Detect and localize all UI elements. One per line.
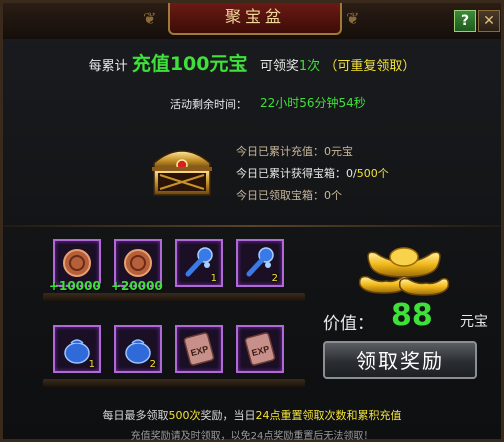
stat-boxes-label: 今日已累计获得宝箱： [236, 167, 346, 180]
title-bar: ❦ 聚宝盆 ❦ ? ✕ [3, 3, 501, 39]
bonus-amount: +20000 [111, 279, 163, 293]
notice-daily-limit: 每日最多领取500次奖励，当日24点重置领取次数和累积充值 [3, 407, 501, 423]
help-button[interactable]: ? [454, 10, 476, 32]
ornament-right-icon: ❦ [346, 9, 360, 28]
value-unit: 元宝 [460, 314, 488, 330]
stat-recharge: 今日已累计充值：0元宝 [236, 143, 353, 159]
item-count: 1 [88, 359, 95, 370]
reward-slot[interactable]: 2 [236, 239, 284, 287]
item-count: 2 [149, 359, 156, 370]
stat-claimed-label: 今日已领取宝箱： [236, 189, 324, 202]
promo-line: 每累计 充值100元宝 可领奖1次 （可重复领取） [3, 49, 501, 76]
value-label: 价值： [323, 314, 374, 334]
treasure-bowl-window: ❦ 聚宝盆 ❦ ? ✕ 每累计 充值100元宝 可领奖1次 （可重复领取） 活动… [0, 0, 504, 442]
claim-reward-button[interactable]: 领取奖励 [323, 341, 477, 379]
section-divider [3, 225, 501, 227]
promo-highlight: 充值100元宝 [131, 53, 248, 75]
notice-limit: 500次 [168, 409, 201, 422]
stat-claimed-value: 0个 [324, 189, 342, 202]
ornament-left-icon: ❦ [143, 9, 157, 28]
treasure-chest-icon [152, 150, 212, 196]
notice-part: 重置领取次数和累积充值 [280, 409, 402, 422]
reward-slot[interactable]: EXP [236, 325, 284, 373]
reward-shelf [43, 379, 305, 387]
exp-scroll-icon: EXP [244, 332, 276, 366]
reward-shelf [43, 293, 305, 301]
promo-times: 1次 [298, 59, 321, 74]
close-button[interactable]: ✕ [478, 10, 500, 32]
reward-slot[interactable]: EXP [175, 325, 223, 373]
item-count: 2 [271, 273, 278, 284]
bonus-amount: +10000 [49, 279, 101, 293]
item-count: 1 [210, 273, 217, 284]
gold-ingot-icon [358, 247, 450, 296]
stat-recharge-label: 今日已累计充值： [236, 145, 324, 158]
window-title: 聚宝盆 [168, 3, 342, 35]
notice-claim-reminder: 充值奖励请及时领取，以免24点奖励重置后无法领取！ [130, 431, 374, 442]
notice-part: 奖励，当日 [200, 409, 256, 422]
reward-slot[interactable]: 1 [53, 325, 101, 373]
stat-boxes: 今日已累计获得宝箱：0/500个 [236, 165, 389, 181]
promo-note: （可重复领取） [324, 59, 416, 74]
value-number: 88 [391, 298, 433, 333]
stat-boxes-got: 0 [346, 167, 353, 180]
timer-label: 活动剩余时间： [170, 98, 247, 111]
promo-mid: 可领奖 [259, 59, 299, 74]
stat-claimed: 今日已领取宝箱：0个 [236, 187, 342, 203]
promo-prefix: 每累计 [88, 59, 128, 74]
notice-reset-time: 24点 [255, 409, 281, 422]
reward-slot[interactable]: 1 [175, 239, 223, 287]
reward-slot[interactable]: 2 [114, 325, 162, 373]
notice-part: 每日最多领取 [102, 409, 169, 422]
exp-scroll-icon: EXP [183, 332, 215, 366]
stat-boxes-total: 500个 [356, 167, 389, 180]
timer-value: 22小时56分钟54秒 [260, 96, 366, 110]
stat-recharge-value: 0元宝 [324, 145, 353, 158]
